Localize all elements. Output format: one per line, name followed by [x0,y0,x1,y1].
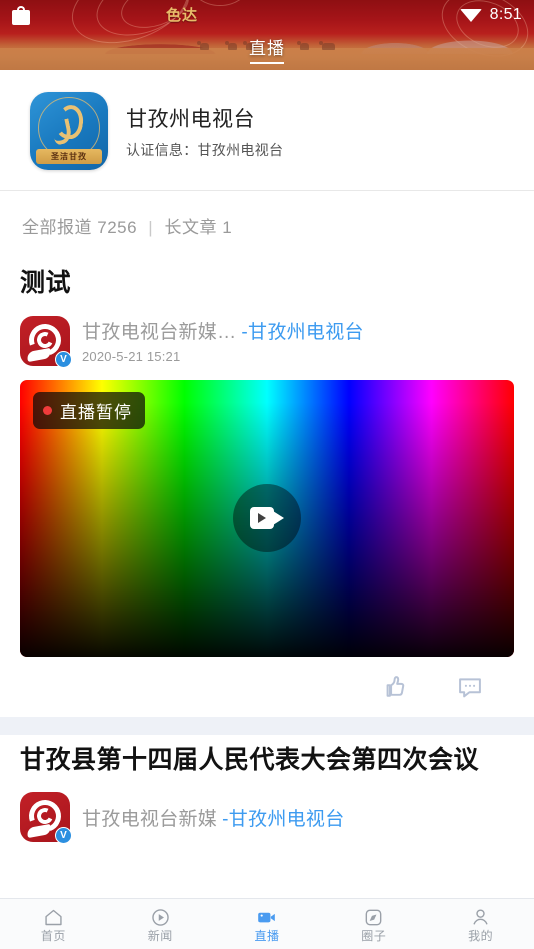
ganzi-tv-logo-icon[interactable]: 圣洁甘孜 [30,92,108,170]
ganzi-spiral-avatar-icon[interactable]: V [20,792,72,844]
app-root: 色达 8:51 直播 圣洁甘孜 甘孜州电视台 认证信息：甘孜州电视台 全部报道 … [0,0,534,949]
article-date: 2020-5-21 15:21 [82,349,181,364]
articles-label: 长文章 [164,218,217,237]
tab-active-indicator [250,62,284,64]
article-actions [20,657,514,717]
stats-separator: | [148,218,154,237]
nav-label-live: 直播 [254,929,280,943]
video-camera-icon [250,507,284,529]
thumbs-up-icon[interactable] [380,673,408,701]
nav-label-news: 新闻 [147,929,173,943]
shopping-bag-icon [12,5,30,25]
author-meta: 甘孜电视台新媒 -甘孜州电视台 [82,804,345,831]
article-card[interactable]: 测试 V 甘孜电视台新媒… -甘孜州电视台 2020-5-21 15:21 直播… [0,258,534,717]
author-source[interactable]: -甘孜州电视台 [217,804,344,831]
tab-live-label: 直播 [249,39,285,58]
author-row[interactable]: V 甘孜电视台新媒… -甘孜州电视台 2020-5-21 15:21 [20,315,514,380]
status-bar-left [12,5,30,25]
home-icon [42,906,64,928]
stats-row: 全部报道 7256 | 长文章 1 [0,191,534,258]
nav-item-home[interactable]: 首页 [0,906,107,942]
compass-icon [363,906,385,928]
nav-item-live[interactable]: 直播 [214,906,321,942]
nav-label-mine: 我的 [468,929,494,943]
wifi-icon [459,8,482,22]
article-title[interactable]: 测试 [20,262,514,316]
ganzi-spiral-avatar-icon[interactable]: V [20,315,72,368]
logo-badge-text: 圣洁甘孜 [36,149,102,164]
reports-label: 全部报道 [22,218,92,237]
status-bar-time: 8:51 [489,6,522,23]
person-icon [470,906,492,928]
author-meta: 甘孜电视台新媒… -甘孜州电视台 2020-5-21 15:21 [82,317,364,364]
author-source[interactable]: -甘孜州电视台 [236,317,363,344]
video-player[interactable]: 直播暂停 [20,379,514,657]
articles-count: 1 [222,218,233,237]
status-bar: 8:51 [0,0,534,30]
profile-name: 甘孜州电视台 [126,107,255,131]
profile-text-block: 甘孜州电视台 认证信息：甘孜州电视台 [126,103,283,160]
reports-count: 7256 [97,218,138,237]
nav-label-home: 首页 [40,929,66,943]
author-row[interactable]: V 甘孜电视台新媒 -甘孜州电视台 [20,792,514,856]
verified-badge-icon: V [55,827,72,844]
author-line: 甘孜电视台新媒 -甘孜州电视台 [82,804,345,831]
live-status-text: 直播暂停 [60,402,132,422]
section-separator [0,716,534,735]
nav-item-news[interactable]: 新闻 [107,906,214,942]
video-camera-icon [256,906,278,928]
nav-label-circle: 圈子 [361,929,387,943]
author-name: 甘孜电视台新媒 [82,808,218,830]
profile-verify-info: 认证信息：甘孜州电视台 [126,141,284,158]
article-card[interactable]: 甘孜县第十四届人民代表大会第四次会议 V 甘孜电视台新媒 -甘孜州电视台 [0,734,534,856]
video-play-button[interactable] [233,484,301,552]
header-banner: 色达 8:51 直播 [0,0,534,70]
live-status-dot [43,405,52,415]
bottom-navigation: 首页 新闻 直播 圈子 我的 [0,898,534,949]
tab-live[interactable]: 直播 [0,34,534,64]
article-title[interactable]: 甘孜县第十四届人民代表大会第四次会议 [20,739,514,793]
comment-bubble-icon[interactable] [456,673,484,701]
play-circle-icon [149,906,171,928]
nav-item-mine[interactable]: 我的 [427,906,534,942]
status-bar-right: 8:51 [459,6,522,24]
nav-item-circle[interactable]: 圈子 [320,906,427,942]
author-line: 甘孜电视台新媒… -甘孜州电视台 [82,317,364,344]
author-name: 甘孜电视台新媒… [82,322,237,343]
verified-badge-icon: V [55,350,72,368]
live-status-badge: 直播暂停 [33,391,145,429]
profile-header[interactable]: 圣洁甘孜 甘孜州电视台 认证信息：甘孜州电视台 [0,70,534,190]
